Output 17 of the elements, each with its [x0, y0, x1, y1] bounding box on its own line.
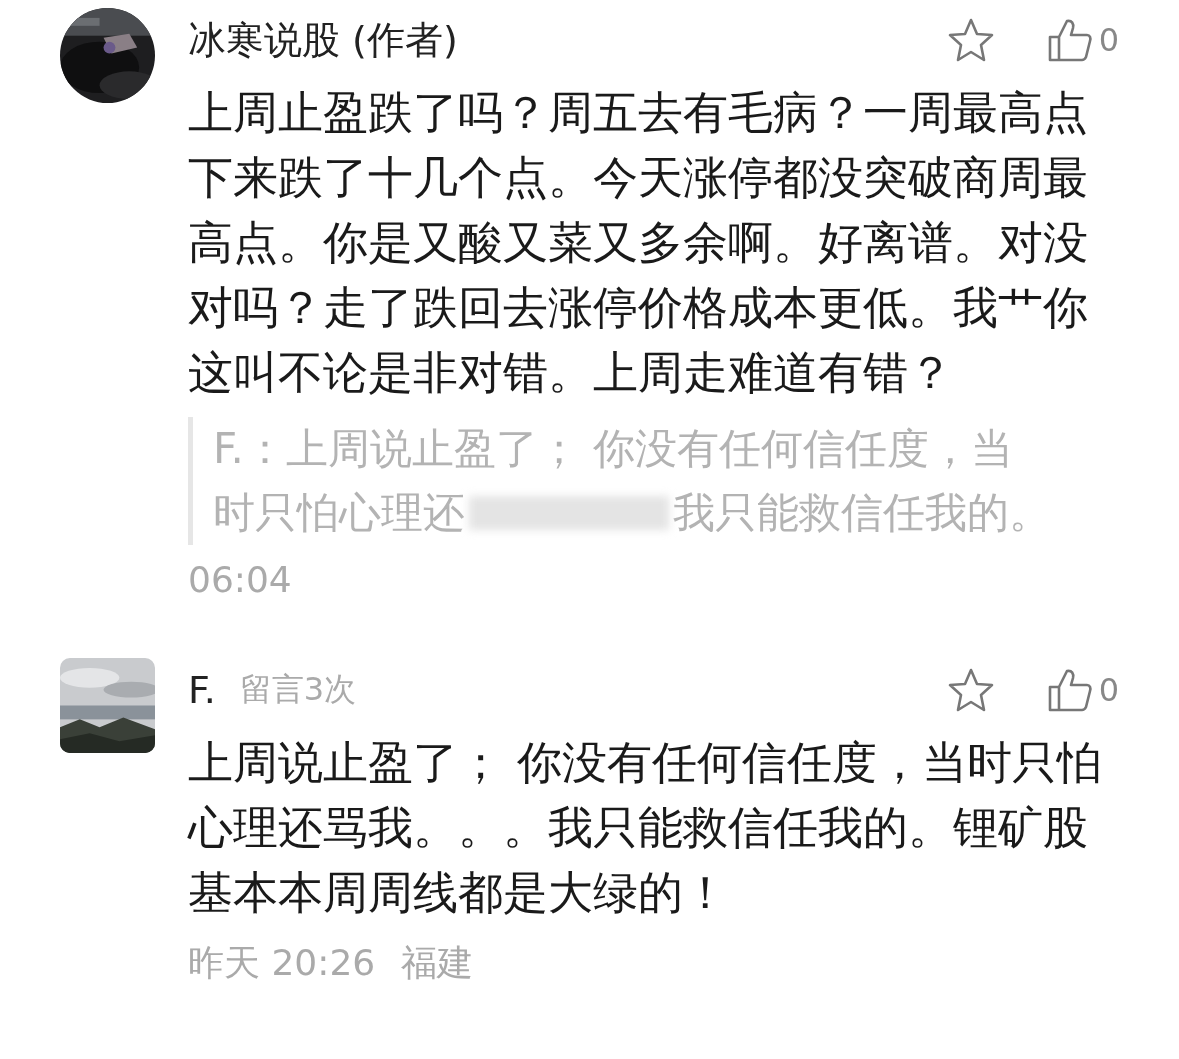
user-name[interactable]: F. [188, 668, 216, 712]
comment-location: 福建 [401, 942, 474, 983]
thumbs-up-icon[interactable] [1046, 667, 1093, 713]
star-icon[interactable] [946, 667, 995, 713]
comment-time: 06:04 [188, 559, 292, 600]
quote-text: 我只能救信任我的。 [673, 487, 1051, 539]
quote-text: F.：上周说止盈了； 你没有任何信任度，当 [213, 423, 1014, 475]
user-name[interactable]: 冰寒说股 (作者) [188, 14, 458, 66]
comment-count: 留言3次 [239, 669, 357, 710]
star-icon[interactable] [946, 17, 995, 63]
comment-text: 上周止盈跌了吗？周五去有毛病？一周最高点下来跌了十几个点。今天涨停都没突破商周最高点。你是又酸又菜又多余啊。好离谱。对没对吗？走了跌回去涨停价格成本更低。我艹你这叫不论是非对错。上周走难道有错？ [188, 85, 1089, 401]
comment-text: 上周说止盈了； 你没有任何信任度，当时只怕心理还骂我。。。我只能救信任我的。锂矿股基本本周周线都是大绿的！ [188, 735, 1104, 921]
quote-text: 时只怕心理还 [213, 487, 465, 539]
like-count: 0 [1098, 21, 1119, 59]
comment-time: 昨天 20:26 [188, 942, 376, 983]
like-count: 0 [1098, 671, 1119, 709]
thumbs-up-icon[interactable] [1046, 17, 1093, 63]
